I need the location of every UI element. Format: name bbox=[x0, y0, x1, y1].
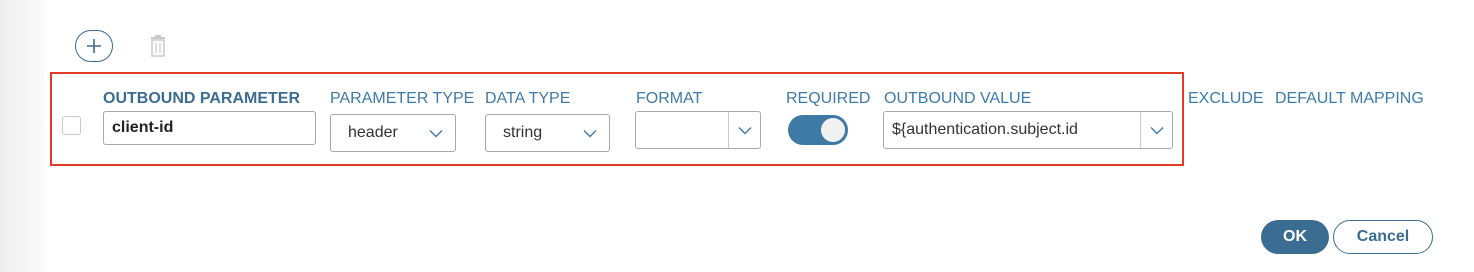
outbound-value-text: ${authentication.subject.id bbox=[892, 121, 1078, 138]
left-panel-edge bbox=[0, 0, 44, 272]
format-value bbox=[636, 112, 728, 148]
header-format: FORMAT bbox=[636, 90, 703, 107]
header-default-mapping: DEFAULT MAPPING bbox=[1275, 90, 1424, 107]
outbound-value-dropdown-toggle[interactable] bbox=[1140, 112, 1172, 148]
header-parameter-type: PARAMETER TYPE bbox=[330, 90, 475, 107]
header-exclude: EXCLUDE bbox=[1188, 90, 1264, 107]
header-data-type: DATA TYPE bbox=[485, 90, 571, 107]
chevron-down-icon bbox=[583, 129, 597, 137]
outbound-value-select[interactable]: ${authentication.subject.id bbox=[883, 111, 1173, 149]
parameter-type-select[interactable]: header bbox=[330, 114, 456, 152]
header-outbound-parameter: OUTBOUND PARAMETER bbox=[103, 90, 301, 107]
chevron-down-icon bbox=[738, 126, 751, 134]
format-select[interactable] bbox=[635, 111, 761, 149]
chevron-down-icon bbox=[1150, 126, 1163, 134]
toggle-knob bbox=[821, 118, 845, 142]
add-row-button[interactable] bbox=[75, 30, 113, 62]
format-dropdown-toggle[interactable] bbox=[728, 112, 760, 148]
data-type-value: string bbox=[503, 124, 543, 141]
cancel-button[interactable]: Cancel bbox=[1333, 220, 1433, 254]
parameter-type-value: header bbox=[348, 124, 398, 141]
header-outbound-value: OUTBOUND VALUE bbox=[884, 90, 1032, 107]
chevron-down-icon bbox=[429, 129, 443, 137]
required-toggle[interactable] bbox=[788, 115, 848, 145]
data-type-select[interactable]: string bbox=[485, 114, 610, 152]
outbound-parameter-input[interactable] bbox=[103, 111, 316, 145]
header-required: REQUIRED bbox=[786, 90, 871, 107]
row-select-checkbox[interactable] bbox=[62, 116, 81, 135]
ok-button[interactable]: OK bbox=[1261, 220, 1329, 254]
delete-row-button[interactable] bbox=[148, 34, 168, 58]
trash-icon bbox=[151, 35, 165, 57]
plus-icon bbox=[87, 39, 101, 53]
